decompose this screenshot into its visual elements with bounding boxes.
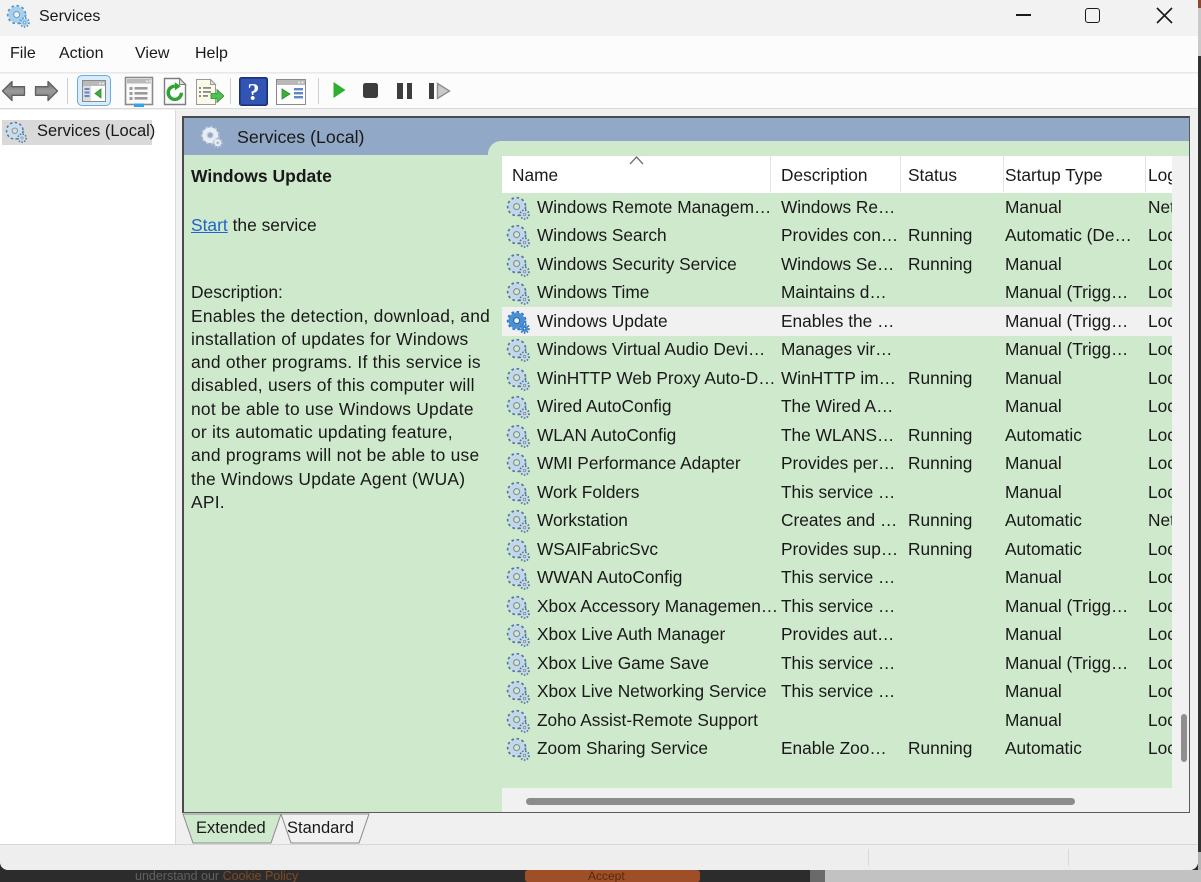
svg-text:?: ? <box>248 80 260 106</box>
